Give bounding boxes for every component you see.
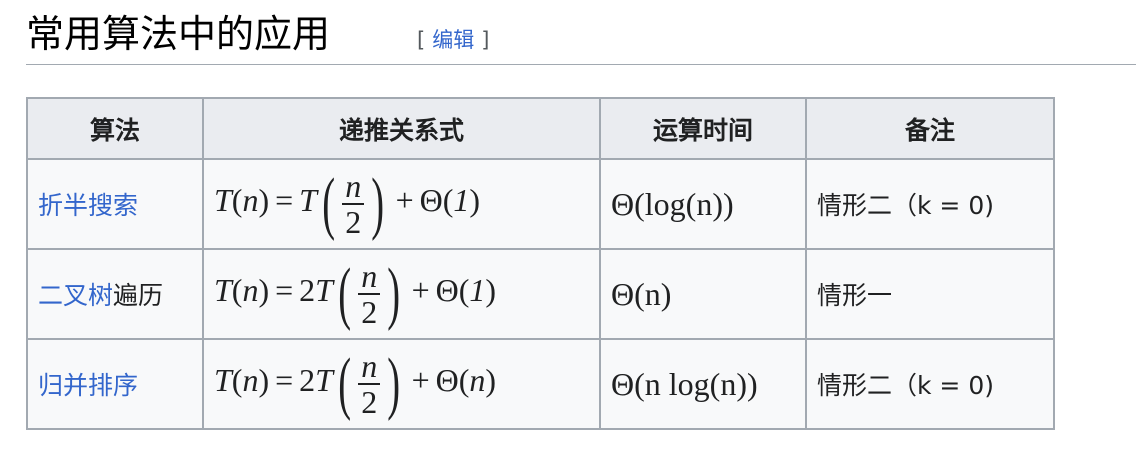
math-theta-arg: 1	[453, 182, 470, 219]
math-equals: =	[275, 362, 294, 399]
math-theta-arg: 1	[469, 272, 486, 309]
math-close-paren: )	[387, 345, 401, 422]
edit-section-link[interactable]: 编辑	[432, 28, 474, 52]
algorithm-cell: 归并排序	[26, 338, 204, 430]
math-fraction: n2	[342, 168, 365, 240]
note-cell: 情形一	[805, 248, 1055, 340]
math-numerator: n	[345, 168, 362, 204]
header-runtime[interactable]: 运算时间	[599, 97, 807, 160]
math-equals: =	[275, 182, 294, 219]
section-heading: 常用算法中的应用 [编辑]	[26, 0, 1136, 65]
note-cell: 情形二（k = 0)	[805, 158, 1055, 250]
runtime-cell: Θ(log(n))	[599, 158, 807, 250]
table-row: 二叉树遍历 T(n) = 2T(n 2) + Θ(1) Θ(n) 情形一	[26, 248, 1055, 340]
recurrence-formula: T(n) = 2T(n 2) + Θ(n)	[214, 345, 497, 422]
header-note[interactable]: 备注	[805, 97, 1055, 160]
algorithm-link[interactable]: 折半搜索	[38, 191, 138, 220]
math-plus: +	[395, 182, 414, 219]
note-cell: 情形二（k = 0)	[805, 338, 1055, 430]
math-lhs-arg: n	[242, 272, 259, 309]
algorithm-link[interactable]: 二叉树	[38, 281, 113, 310]
math-theta-arg: n	[469, 362, 486, 399]
section-title: 常用算法中的应用	[26, 12, 331, 56]
algorithm-link[interactable]: 归并排序	[38, 371, 138, 400]
runtime-formula: Θ(log(n))	[611, 185, 734, 222]
math-lhs-func: T	[214, 272, 232, 309]
runtime-cell: Θ(n)	[599, 248, 807, 340]
edit-section: [编辑]	[410, 26, 496, 54]
math-fraction: n2	[358, 348, 381, 420]
math-open-paren: (	[338, 345, 352, 422]
math-lhs-arg: n	[242, 182, 259, 219]
recurrence-cell: T(n) = 2T(n 2) + Θ(n)	[202, 338, 601, 430]
math-numerator: n	[361, 348, 378, 384]
math-open-paren: (	[322, 165, 336, 242]
runtime-cell: Θ(n log(n))	[599, 338, 807, 430]
header-algorithm[interactable]: 算法	[26, 97, 204, 160]
math-close-paren: )	[371, 165, 385, 242]
math-denominator: 2	[345, 204, 362, 240]
table-header-row: 算法 递推关系式 运算时间 备注	[26, 97, 1055, 160]
algorithms-table: 算法 递推关系式 运算时间 备注 折半搜索 T(n) = T(n 2) + Θ(1) Θ(…	[26, 97, 1055, 430]
math-close-paren: )	[387, 255, 401, 332]
header-recurrence[interactable]: 递推关系式	[202, 97, 601, 160]
edit-bracket-close: ]	[481, 28, 490, 52]
recurrence-cell: T(n) = 2T(n 2) + Θ(1)	[202, 248, 601, 340]
math-lhs-arg: n	[242, 362, 259, 399]
math-denominator: 2	[361, 384, 378, 420]
math-rhs-func: T	[315, 362, 333, 399]
table-row: 归并排序 T(n) = 2T(n 2) + Θ(n) Θ(n log(n)) 情形二（k …	[26, 338, 1055, 430]
math-rhs-func: T	[315, 272, 333, 309]
runtime-formula: Θ(n log(n))	[611, 365, 758, 402]
algorithm-cell: 二叉树遍历	[26, 248, 204, 340]
math-rhs-func: T	[299, 182, 317, 219]
math-open-paren: (	[338, 255, 352, 332]
math-lhs-func: T	[214, 182, 232, 219]
algorithm-cell: 折半搜索	[26, 158, 204, 250]
runtime-formula: Θ(n)	[611, 275, 672, 312]
algorithm-suffix: 遍历	[113, 281, 164, 310]
recurrence-formula: T(n) = T(n 2) + Θ(1)	[214, 165, 481, 242]
math-equals: =	[275, 272, 294, 309]
recurrence-formula: T(n) = 2T(n 2) + Θ(1)	[214, 255, 497, 332]
math-fraction: n2	[358, 258, 381, 330]
math-denominator: 2	[361, 294, 378, 330]
math-coefficient: 2	[299, 362, 316, 399]
math-plus: +	[411, 272, 430, 309]
table-row: 折半搜索 T(n) = T(n 2) + Θ(1) Θ(log(n)) 情形二（k = 0…	[26, 158, 1055, 250]
math-numerator: n	[361, 258, 378, 294]
recurrence-cell: T(n) = T(n 2) + Θ(1)	[202, 158, 601, 250]
math-plus: +	[411, 362, 430, 399]
edit-bracket-open: [	[417, 28, 426, 52]
math-coefficient: 2	[299, 272, 316, 309]
math-lhs-func: T	[214, 362, 232, 399]
